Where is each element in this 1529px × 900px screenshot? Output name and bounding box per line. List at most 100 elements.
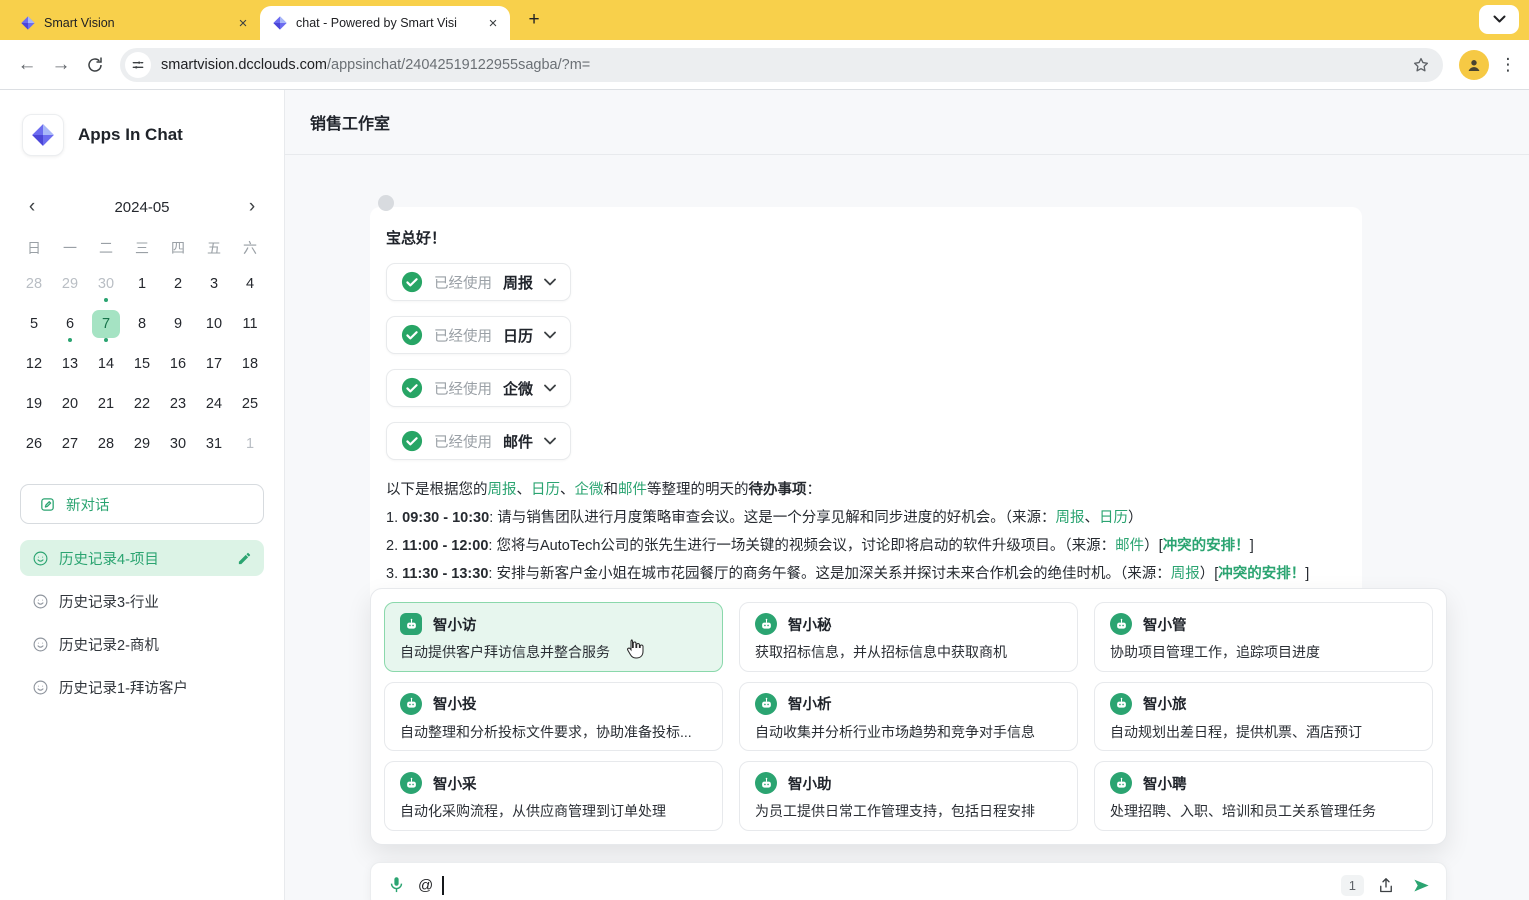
tab-close-icon[interactable]: × <box>234 14 252 32</box>
calendar-day[interactable]: 11 <box>232 308 268 340</box>
text-segment: 2. <box>386 538 402 554</box>
agent-card[interactable]: 智小旅自动规划出差日程，提供机票、酒店预订 <box>1094 682 1433 752</box>
history-item[interactable]: 历史记录2-商机 <box>20 626 264 662</box>
brand: Apps In Chat <box>0 90 284 156</box>
calendar-day[interactable]: 15 <box>124 348 160 380</box>
calendar-day-number: 30 <box>164 430 192 458</box>
text-segment: : 请与销售团队进行月度策略审查会议。这是一个分享见解和同步进度的好机会。（来源… <box>489 510 1055 526</box>
calendar-day-number: 14 <box>92 350 120 378</box>
agent-card[interactable]: 智小访自动提供客户拜访信息并整合服务 <box>384 602 723 672</box>
profile-avatar[interactable] <box>1459 50 1489 80</box>
new-tab-button[interactable]: + <box>520 6 548 34</box>
tool-link[interactable]: 周报 <box>1171 566 1200 582</box>
calendar-day[interactable]: 28 <box>88 428 124 460</box>
new-chat-button[interactable]: 新对话 <box>20 484 264 524</box>
calendar-day[interactable]: 6 <box>52 308 88 340</box>
calendar-day[interactable]: 3 <box>196 268 232 300</box>
url-text[interactable]: smartvision.dcclouds.com/appsinchat/2404… <box>161 57 1407 73</box>
calendar-day[interactable]: 4 <box>232 268 268 300</box>
history-item[interactable]: 历史记录3-行业 <box>20 583 264 619</box>
send-button[interactable] <box>1408 872 1434 898</box>
agent-card[interactable]: 智小析自动收集并分析行业市场趋势和竞争对手信息 <box>739 682 1078 752</box>
tool-link[interactable]: 日历 <box>531 482 560 498</box>
agent-card[interactable]: 智小秘获取招标信息，并从招标信息中获取商机 <box>739 602 1078 672</box>
calendar-day[interactable]: 31 <box>196 428 232 460</box>
rename-button[interactable] <box>237 551 252 566</box>
tool-link[interactable]: 冲突的安排！ <box>1218 566 1305 582</box>
calendar-day[interactable]: 13 <box>52 348 88 380</box>
tool-link[interactable]: 周报 <box>488 482 517 498</box>
calendar-prev-button[interactable]: ‹ <box>22 196 42 218</box>
tab-chat-active[interactable]: chat - Powered by Smart Visi × <box>260 6 510 40</box>
calendar-day[interactable]: 28 <box>16 268 52 300</box>
tool-link[interactable]: 企微 <box>575 482 604 498</box>
calendar-day[interactable]: 22 <box>124 388 160 420</box>
calendar-day[interactable]: 5 <box>16 308 52 340</box>
used-tool-button[interactable]: 已经使用日历 <box>386 316 571 354</box>
tool-link[interactable]: 邮件 <box>618 482 647 498</box>
agent-name: 智小析 <box>788 693 832 714</box>
calendar-day[interactable]: 7 <box>88 308 124 340</box>
agent-card[interactable]: 智小管协助项目管理工作，追踪项目进度 <box>1094 602 1433 672</box>
calendar-day[interactable]: 26 <box>16 428 52 460</box>
calendar-day[interactable]: 16 <box>160 348 196 380</box>
event-dot <box>104 338 108 342</box>
calendar-day[interactable]: 10 <box>196 308 232 340</box>
chat-input-bar[interactable]: @ 1 <box>370 862 1447 900</box>
history-item-label: 历史记录4-项目 <box>59 548 159 569</box>
history-item[interactable]: 历史记录1-拜访客户 <box>20 669 264 705</box>
calendar-day[interactable]: 12 <box>16 348 52 380</box>
agent-card[interactable]: 智小采自动化采购流程，从供应商管理到订单处理 <box>384 761 723 831</box>
back-button[interactable]: ← <box>10 48 44 82</box>
calendar-day[interactable]: 30 <box>88 268 124 300</box>
event-dot <box>104 298 108 302</box>
calendar-day[interactable]: 19 <box>16 388 52 420</box>
calendar-day[interactable]: 9 <box>160 308 196 340</box>
calendar-day[interactable]: 27 <box>52 428 88 460</box>
calendar-day[interactable]: 29 <box>52 268 88 300</box>
calendar-day[interactable]: 14 <box>88 348 124 380</box>
calendar-day[interactable]: 1 <box>124 268 160 300</box>
upload-button[interactable] <box>1373 872 1399 898</box>
calendar-day[interactable]: 20 <box>52 388 88 420</box>
browser-menu-button[interactable]: ⋮ <box>1497 55 1519 75</box>
agent-card[interactable]: 智小助为员工提供日常工作管理支持，包括日程安排 <box>739 761 1078 831</box>
calendar-day[interactable]: 8 <box>124 308 160 340</box>
calendar-day[interactable]: 2 <box>160 268 196 300</box>
chat-input-value[interactable]: @ <box>418 877 433 894</box>
calendar-day[interactable]: 17 <box>196 348 232 380</box>
tab-smart-vision[interactable]: Smart Vision × <box>8 6 260 40</box>
tab-title: chat - Powered by Smart Visi <box>296 16 476 30</box>
agent-card[interactable]: 智小聘处理招聘、入职、培训和员工关系管理任务 <box>1094 761 1433 831</box>
calendar-next-button[interactable]: › <box>242 196 262 218</box>
calendar-day[interactable]: 21 <box>88 388 124 420</box>
agent-card[interactable]: 智小投自动整理和分析投标文件要求，协助准备投标... <box>384 682 723 752</box>
used-tool-button[interactable]: 已经使用邮件 <box>386 422 571 460</box>
calendar-day-number: 3 <box>200 270 228 298</box>
site-settings-button[interactable] <box>125 52 151 78</box>
calendar-day[interactable]: 25 <box>232 388 268 420</box>
reload-button[interactable] <box>78 48 112 82</box>
forward-button[interactable]: → <box>44 48 78 82</box>
calendar-day[interactable]: 29 <box>124 428 160 460</box>
url-bar[interactable]: smartvision.dcclouds.com/appsinchat/2404… <box>120 48 1443 82</box>
history-item[interactable]: 历史记录4-项目 <box>20 540 264 576</box>
calendar-day[interactable]: 18 <box>232 348 268 380</box>
tool-link[interactable]: 日历 <box>1099 510 1128 526</box>
tab-search-button[interactable] <box>1479 5 1519 34</box>
calendar-day-number: 1 <box>128 270 156 298</box>
compose-icon <box>39 496 56 513</box>
tool-link[interactable]: 周报 <box>1056 510 1085 526</box>
tool-link[interactable]: 冲突的安排！ <box>1163 538 1250 554</box>
bookmark-button[interactable] <box>1407 51 1435 79</box>
calendar-day[interactable]: 23 <box>160 388 196 420</box>
used-tool-button[interactable]: 已经使用周报 <box>386 263 571 301</box>
calendar-day[interactable]: 1 <box>232 428 268 460</box>
used-tool-button[interactable]: 已经使用企微 <box>386 369 571 407</box>
calendar-day[interactable]: 30 <box>160 428 196 460</box>
tool-link[interactable]: 邮件 <box>1115 538 1144 554</box>
mic-button[interactable] <box>383 872 409 898</box>
tab-close-icon[interactable]: × <box>484 14 502 32</box>
calendar-day-number: 20 <box>56 390 84 418</box>
calendar-day[interactable]: 24 <box>196 388 232 420</box>
